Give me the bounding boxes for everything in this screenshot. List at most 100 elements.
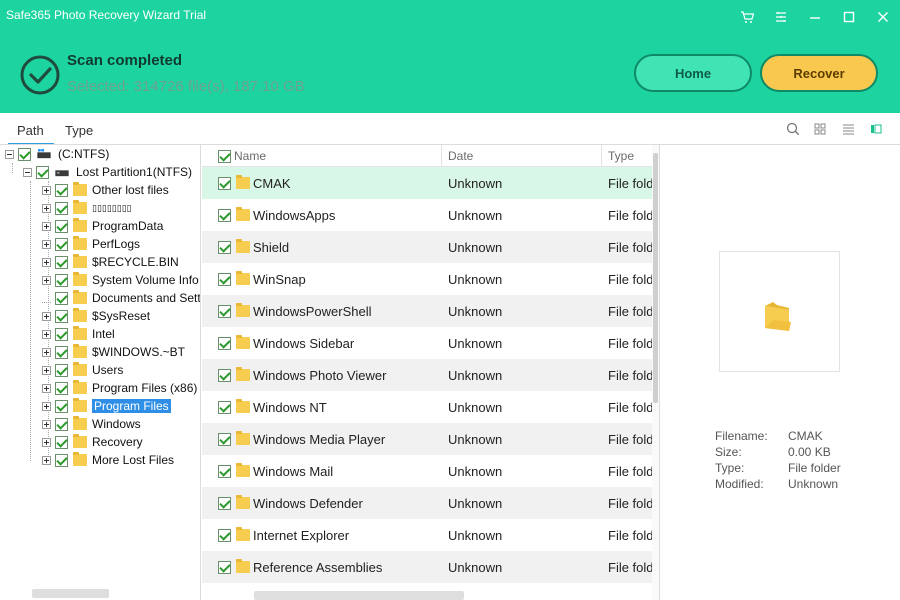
checkbox[interactable] [55, 219, 68, 233]
tree-horizontal-scrollbar[interactable] [32, 589, 109, 598]
checkbox[interactable] [55, 453, 68, 467]
tree-item[interactable]: Users [42, 361, 123, 379]
expand-toggle[interactable] [42, 455, 51, 465]
checkbox[interactable] [218, 272, 231, 286]
checkbox[interactable] [218, 176, 231, 190]
checkbox[interactable] [218, 240, 231, 254]
checkbox[interactable] [55, 255, 68, 269]
menu-icon[interactable] [764, 0, 798, 34]
table-row[interactable]: Windows Photo Viewer Unknown File folder [202, 359, 652, 391]
checkbox[interactable] [218, 432, 231, 446]
table-row[interactable]: WindowsPowerShell Unknown File folder [202, 295, 652, 327]
tree-item-selected[interactable]: Program Files [42, 397, 171, 415]
checkbox[interactable] [218, 464, 231, 478]
tree-item[interactable]: $RECYCLE.BIN [42, 253, 179, 271]
column-divider[interactable] [601, 145, 602, 167]
checkbox[interactable] [55, 201, 68, 215]
column-header-type[interactable]: Type [608, 145, 634, 167]
column-header-name[interactable]: Name [234, 145, 266, 167]
table-row[interactable]: Windows Sidebar Unknown File folder [202, 327, 652, 359]
expand-toggle[interactable] [42, 311, 51, 321]
expand-toggle[interactable] [42, 419, 51, 429]
checkbox[interactable] [218, 496, 231, 510]
tree-item[interactable]: ▯▯▯▯▯▯▯▯ [42, 199, 132, 217]
tab-type[interactable]: Type [65, 123, 93, 138]
tree-item[interactable]: $SysReset [42, 307, 150, 325]
checkbox[interactable] [18, 147, 31, 161]
expand-toggle[interactable] [42, 275, 51, 285]
grid-view-icon[interactable] [812, 121, 828, 137]
checkbox[interactable] [55, 363, 68, 377]
cart-icon[interactable] [730, 0, 764, 34]
expand-toggle[interactable] [42, 257, 51, 267]
table-row[interactable]: WindowsApps Unknown File folder [202, 199, 652, 231]
checkbox[interactable] [218, 336, 231, 350]
list-horizontal-scrollbar[interactable] [254, 591, 464, 600]
checkbox[interactable] [55, 237, 68, 251]
tree-item[interactable]: Other lost files [42, 181, 169, 199]
checkbox[interactable] [55, 183, 68, 197]
tree-item[interactable]: $WINDOWS.~BT [42, 343, 185, 361]
column-header-date[interactable]: Date [448, 145, 473, 167]
recover-button[interactable]: Recover [760, 54, 878, 92]
expand-toggle[interactable] [42, 329, 51, 339]
checkbox[interactable] [55, 399, 68, 413]
checkbox[interactable] [218, 528, 231, 542]
collapse-toggle[interactable] [5, 149, 14, 159]
tree-item-partition[interactable]: Lost Partition1(NTFS) [23, 163, 192, 181]
checkbox[interactable] [218, 304, 231, 318]
table-row[interactable]: CMAK Unknown File folder [202, 167, 652, 199]
table-row[interactable]: WinSnap Unknown File folder [202, 263, 652, 295]
checkbox[interactable] [218, 368, 231, 382]
checkbox[interactable] [218, 560, 231, 574]
tree-item[interactable]: Windows [42, 415, 141, 433]
expand-toggle[interactable] [42, 347, 51, 357]
expand-toggle[interactable] [42, 185, 51, 195]
checkbox[interactable] [55, 345, 68, 359]
collapse-toggle[interactable] [23, 167, 32, 177]
tree-item[interactable]: Program Files (x86) [42, 379, 197, 397]
table-row[interactable]: Internet Explorer Unknown File folder [202, 519, 652, 551]
maximize-icon[interactable] [832, 0, 866, 34]
close-icon[interactable] [866, 0, 900, 34]
checkbox[interactable] [36, 165, 49, 179]
expand-toggle[interactable] [42, 437, 51, 447]
tree-item-drive-c[interactable]: (C:NTFS) [5, 145, 109, 163]
list-vertical-scrollbar[interactable] [652, 145, 659, 600]
checkbox[interactable] [218, 400, 231, 414]
tree-item[interactable]: Intel [42, 325, 115, 343]
table-row[interactable]: Reference Assemblies Unknown File folder [202, 551, 652, 583]
checkbox[interactable] [55, 435, 68, 449]
tree-item[interactable]: System Volume Info [42, 271, 199, 289]
tree-item[interactable]: Recovery [42, 433, 143, 451]
tree-item[interactable]: PerfLogs [42, 235, 140, 253]
tree-item[interactable]: More Lost Files [42, 451, 174, 469]
table-row[interactable]: Shield Unknown File folder [202, 231, 652, 263]
search-icon[interactable] [785, 121, 801, 137]
table-row[interactable]: Windows Defender Unknown File folder [202, 487, 652, 519]
checkbox[interactable] [55, 381, 68, 395]
scrollbar-thumb[interactable] [653, 153, 658, 403]
minimize-icon[interactable] [798, 0, 832, 34]
table-row[interactable]: Windows Mail Unknown File folder [202, 455, 652, 487]
select-all-checkbox[interactable] [218, 150, 231, 163]
list-view-icon[interactable] [840, 121, 856, 137]
checkbox[interactable] [55, 327, 68, 341]
checkbox[interactable] [55, 417, 68, 431]
checkbox[interactable] [55, 273, 68, 287]
expand-toggle[interactable] [42, 239, 51, 249]
tab-path[interactable]: Path [17, 123, 44, 138]
expand-toggle[interactable] [42, 203, 51, 213]
expand-toggle[interactable] [42, 383, 51, 393]
expand-toggle[interactable] [42, 365, 51, 375]
tree-item[interactable]: ProgramData [42, 217, 163, 235]
expand-toggle[interactable] [42, 221, 51, 231]
tree-item[interactable]: Documents and Sett [42, 289, 200, 307]
expand-toggle[interactable] [42, 401, 51, 411]
table-row[interactable]: Windows NT Unknown File folder [202, 391, 652, 423]
preview-panel-icon[interactable] [868, 121, 884, 137]
checkbox[interactable] [55, 309, 68, 323]
checkbox[interactable] [218, 208, 231, 222]
home-button[interactable]: Home [634, 54, 752, 92]
table-row[interactable]: Windows Media Player Unknown File folder [202, 423, 652, 455]
